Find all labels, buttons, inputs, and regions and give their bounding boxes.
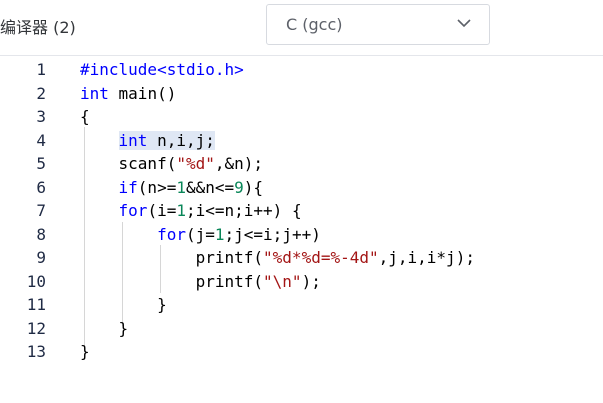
- compiler-label: 编译器 (2): [0, 18, 76, 37]
- code-line: 12 }: [0, 317, 603, 341]
- line-number: 9: [36, 248, 46, 267]
- line-number: 4: [36, 130, 46, 150]
- code-line: 11 }: [0, 293, 603, 317]
- code-editor-page: 编译器 (2) C (gcc) 1 #include<stdio.h> 2 in…: [0, 0, 603, 403]
- line-number: 12: [26, 318, 46, 338]
- code-text: if(n>=1&&n<=9){: [118, 177, 264, 197]
- line-number: 5: [36, 154, 46, 173]
- code-text: int n,i,j;: [80, 129, 215, 153]
- code-text: {: [80, 107, 90, 126]
- code-line: 9 printf("%d*%d=%-4d",j,i,i*j);: [0, 246, 603, 270]
- line-number: 13: [26, 342, 46, 361]
- code-line: 2 int main(): [0, 82, 603, 106]
- code-text: }: [80, 318, 129, 338]
- code-line: 10 printf("\n");: [0, 270, 603, 294]
- code-text: scanf("%d",&n);: [80, 154, 264, 173]
- chevron-down-icon: [457, 19, 471, 28]
- compiler-dropdown-value: C (gcc): [286, 15, 343, 34]
- line-number: 11: [26, 295, 46, 314]
- line-number: 1: [36, 60, 46, 79]
- code-line: 4 int n,i,j;: [0, 129, 603, 153]
- line-number: 10: [26, 271, 46, 291]
- code-area[interactable]: 1 #include<stdio.h> 2 int main() 3 { 4 i…: [0, 57, 603, 403]
- code-text: }: [80, 342, 90, 361]
- code-line: 7 for(i=1;i<=n;i++) {: [0, 199, 603, 223]
- line-number: 7: [36, 201, 46, 220]
- editor-toolbar: 编译器 (2) C (gcc): [0, 0, 603, 56]
- compiler-dropdown[interactable]: C (gcc): [266, 4, 490, 45]
- code-line: 1 #include<stdio.h>: [0, 58, 603, 82]
- code-text: printf("%d*%d=%-4d",j,i,i*j);: [80, 248, 475, 267]
- line-number: 6: [36, 177, 46, 197]
- line-number: 2: [36, 83, 46, 103]
- line-number: 3: [36, 107, 46, 126]
- code-text: int main(): [80, 83, 177, 103]
- code-line: 5 scanf("%d",&n);: [0, 152, 603, 176]
- code-text: #include<stdio.h>: [80, 60, 244, 79]
- code-line: 13 }: [0, 340, 603, 364]
- code-line: 6 if(n>=1&&n<=9){: [0, 176, 603, 200]
- selected-text: int n,i,j;: [118, 130, 215, 150]
- code-line: 8 for(j=1;j<=i;j++): [0, 223, 603, 247]
- code-text: printf("\n");: [80, 271, 321, 291]
- code-text: }: [80, 295, 167, 314]
- line-number: 8: [36, 224, 46, 244]
- code-text: for(j=1;j<=i;j++): [157, 224, 321, 244]
- code-line: 3 {: [0, 105, 603, 129]
- code-text: for(i=1;i<=n;i++) {: [118, 201, 302, 220]
